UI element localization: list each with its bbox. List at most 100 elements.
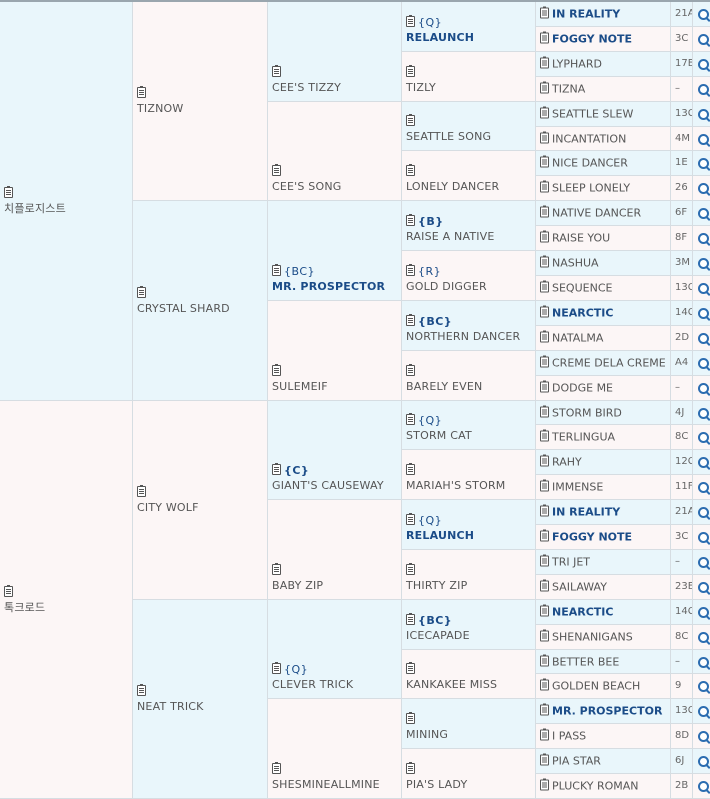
clipboard-icon[interactable] xyxy=(272,662,281,674)
clipboard-icon[interactable] xyxy=(540,678,549,691)
search-button[interactable] xyxy=(693,176,710,201)
clipboard-icon[interactable] xyxy=(540,255,549,268)
horse-name[interactable]: CITY WOLF xyxy=(137,500,265,515)
search-button[interactable] xyxy=(693,27,710,52)
search-button[interactable] xyxy=(693,376,710,401)
clipboard-icon[interactable] xyxy=(272,463,281,475)
search-button[interactable] xyxy=(693,550,710,575)
clipboard-icon[interactable] xyxy=(137,86,146,98)
search-button[interactable] xyxy=(693,749,710,774)
horse-name[interactable]: FOGGY NOTE xyxy=(552,33,632,46)
horse-name[interactable]: BETTER BEE xyxy=(552,655,619,668)
clipboard-icon[interactable] xyxy=(406,15,415,27)
clipboard-icon[interactable] xyxy=(540,81,549,94)
horse-name[interactable]: STORM CAT xyxy=(406,428,533,443)
horse-name[interactable]: TIZLY xyxy=(406,80,533,95)
horse-name[interactable]: CLEVER TRICK xyxy=(272,677,399,692)
horse-name[interactable]: PLUCKY ROMAN xyxy=(552,780,639,793)
clipboard-icon[interactable] xyxy=(540,280,549,293)
clipboard-icon[interactable] xyxy=(540,778,549,791)
search-button[interactable] xyxy=(693,326,710,351)
horse-name[interactable]: MINING xyxy=(406,727,533,742)
horse-name[interactable]: IN REALITY xyxy=(552,506,620,519)
clipboard-icon[interactable] xyxy=(406,463,415,475)
horse-name[interactable]: CREME DELA CREME xyxy=(552,357,666,370)
horse-name[interactable]: GIANT'S CAUSEWAY xyxy=(272,478,399,493)
clipboard-icon[interactable] xyxy=(540,604,549,617)
search-button[interactable] xyxy=(693,650,710,674)
clipboard-icon[interactable] xyxy=(540,579,549,592)
clipboard-icon[interactable] xyxy=(406,364,415,376)
clipboard-icon[interactable] xyxy=(406,314,415,326)
search-button[interactable] xyxy=(693,251,710,276)
clipboard-icon[interactable] xyxy=(272,563,281,575)
horse-name[interactable]: SULEMEIF xyxy=(272,379,399,394)
horse-name[interactable]: KANKAKEE MISS xyxy=(406,677,533,692)
horse-name[interactable]: NASHUA xyxy=(552,257,599,270)
search-button[interactable] xyxy=(693,226,710,251)
search-button[interactable] xyxy=(693,674,710,699)
horse-name[interactable]: SAILAWAY xyxy=(552,581,607,594)
clipboard-icon[interactable] xyxy=(540,31,549,44)
clipboard-icon[interactable] xyxy=(406,762,415,774)
clipboard-icon[interactable] xyxy=(540,380,549,393)
clipboard-icon[interactable] xyxy=(540,629,549,642)
clipboard-icon[interactable] xyxy=(406,712,415,724)
search-button[interactable] xyxy=(693,276,710,301)
horse-name[interactable]: NATALMA xyxy=(552,332,603,345)
horse-name[interactable]: RAISE YOU xyxy=(552,232,610,245)
clipboard-icon[interactable] xyxy=(540,155,549,168)
clipboard-icon[interactable] xyxy=(540,6,549,19)
clipboard-icon[interactable] xyxy=(540,703,549,716)
clipboard-icon[interactable] xyxy=(406,164,415,176)
horse-name[interactable]: NEARCTIC xyxy=(552,606,613,619)
search-button[interactable] xyxy=(693,425,710,450)
horse-name[interactable]: IMMENSE xyxy=(552,481,603,494)
clipboard-icon[interactable] xyxy=(540,429,549,442)
horse-name[interactable]: CRYSTAL SHARD xyxy=(137,301,265,316)
clipboard-icon[interactable] xyxy=(406,214,415,226)
horse-name[interactable]: PIA STAR xyxy=(552,755,601,768)
horse-name[interactable]: 톡크로드 xyxy=(4,600,130,615)
search-button[interactable] xyxy=(693,2,710,27)
horse-name[interactable]: MR. PROSPECTOR xyxy=(552,705,662,718)
horse-name[interactable]: NORTHERN DANCER xyxy=(406,329,533,344)
clipboard-icon[interactable] xyxy=(406,413,415,425)
horse-name[interactable]: TERLINGUA xyxy=(552,431,615,444)
clipboard-icon[interactable] xyxy=(540,330,549,343)
search-button[interactable] xyxy=(693,301,710,326)
horse-name[interactable]: MR. PROSPECTOR xyxy=(272,279,399,294)
horse-name[interactable]: SEQUENCE xyxy=(552,282,612,295)
clipboard-icon[interactable] xyxy=(540,504,549,517)
clipboard-icon[interactable] xyxy=(540,405,549,417)
horse-name[interactable]: STORM BIRD xyxy=(552,406,622,419)
horse-name[interactable]: NEAT TRICK xyxy=(137,699,265,714)
search-button[interactable] xyxy=(693,52,710,77)
horse-name[interactable]: NICE DANCER xyxy=(552,157,628,170)
search-button[interactable] xyxy=(693,724,710,749)
clipboard-icon[interactable] xyxy=(406,65,415,77)
clipboard-icon[interactable] xyxy=(272,364,281,376)
search-button[interactable] xyxy=(693,151,710,176)
clipboard-icon[interactable] xyxy=(406,662,415,674)
horse-name[interactable]: GOLDEN BEACH xyxy=(552,680,640,693)
clipboard-icon[interactable] xyxy=(540,205,549,218)
clipboard-icon[interactable] xyxy=(540,554,549,567)
horse-name[interactable]: NEARCTIC xyxy=(552,307,613,320)
clipboard-icon[interactable] xyxy=(272,164,281,176)
clipboard-icon[interactable] xyxy=(406,563,415,575)
clipboard-icon[interactable] xyxy=(406,114,415,126)
clipboard-icon[interactable] xyxy=(272,264,281,276)
search-button[interactable] xyxy=(693,774,710,799)
horse-name[interactable]: CEE'S SONG xyxy=(272,179,399,194)
search-button[interactable] xyxy=(693,699,710,724)
clipboard-icon[interactable] xyxy=(540,131,549,143)
search-button[interactable] xyxy=(693,401,710,425)
search-button[interactable] xyxy=(693,525,710,550)
search-button[interactable] xyxy=(693,201,710,226)
horse-name[interactable]: RELAUNCH xyxy=(406,528,533,543)
clipboard-icon[interactable] xyxy=(540,180,549,193)
horse-name[interactable]: FOGGY NOTE xyxy=(552,531,632,544)
clipboard-icon[interactable] xyxy=(540,355,549,368)
horse-name[interactable]: SEATTLE SLEW xyxy=(552,108,633,121)
